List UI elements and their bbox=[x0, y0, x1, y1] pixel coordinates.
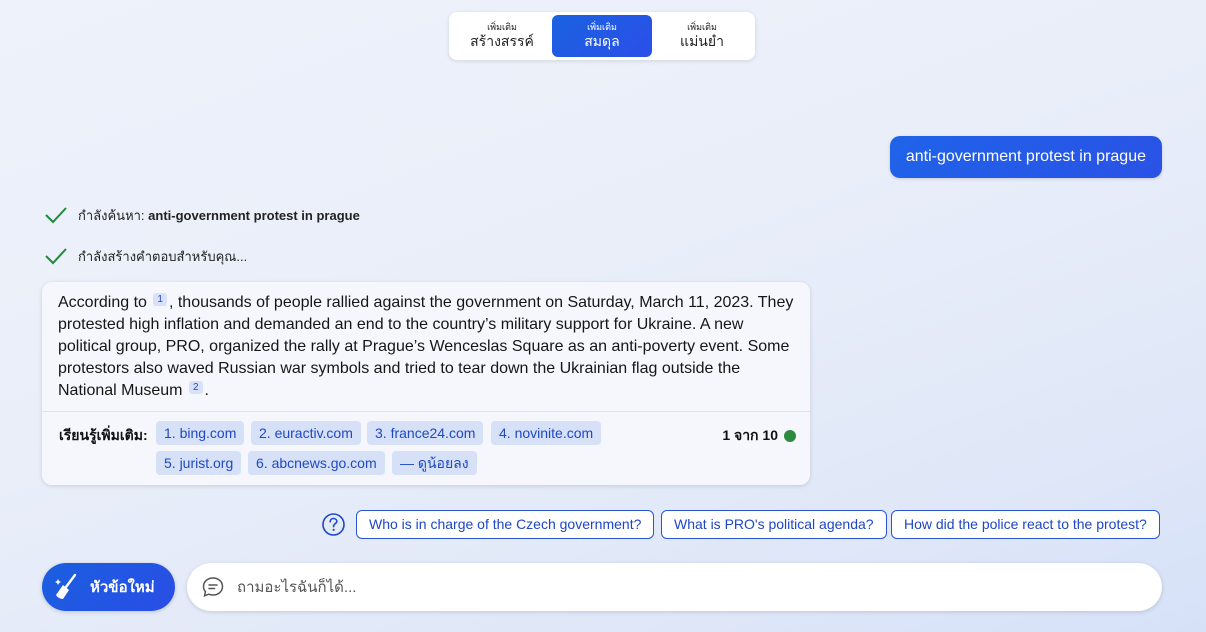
answer-part-1: According to bbox=[58, 294, 147, 311]
searching-prefix: กำลังค้นหา: bbox=[78, 207, 149, 223]
new-topic-label: หัวข้อใหม่ bbox=[90, 579, 155, 596]
generating-status: กำลังสร้างคำตอบสำหรับคุณ... bbox=[44, 245, 247, 267]
learn-more-label: เรียนรู้เพิ่มเติม: bbox=[59, 427, 148, 443]
question-circle-icon[interactable] bbox=[321, 512, 346, 537]
source-link-jurist[interactable]: 5. jurist.org bbox=[156, 451, 242, 475]
check-icon bbox=[45, 248, 67, 265]
searching-query: anti-government protest in prague bbox=[148, 207, 360, 223]
tone-precise-label: แม่นยำ bbox=[680, 33, 724, 49]
status-dot bbox=[784, 430, 796, 442]
answer-card: According to 1, thousands of people rall… bbox=[42, 282, 810, 485]
learn-more-footer: เรียนรู้เพิ่มเติม: 1. bing.com 2. euract… bbox=[42, 411, 810, 485]
tone-balanced-sublabel: เพิ่มเติม bbox=[587, 22, 617, 32]
show-less-button[interactable]: — ดูน้อยลง bbox=[392, 451, 477, 475]
tone-creative-sublabel: เพิ่มเติม bbox=[487, 22, 517, 32]
ask-box bbox=[187, 563, 1162, 611]
source-link-abcnews[interactable]: 6. abcnews.go.com bbox=[248, 451, 385, 475]
answer-part-3: . bbox=[204, 382, 209, 399]
source-link-novinite[interactable]: 4. novinite.com bbox=[491, 421, 602, 445]
citation-2[interactable]: 2 bbox=[188, 381, 203, 394]
suggestion-police-reaction[interactable]: How did the police react to the protest? bbox=[891, 510, 1160, 539]
user-message-bubble: anti-government protest in prague bbox=[889, 136, 1162, 178]
ask-input[interactable] bbox=[235, 577, 1119, 597]
answer-part-2: , thousands of people rallied against th… bbox=[58, 294, 794, 399]
source-link-france24[interactable]: 3. france24.com bbox=[367, 421, 484, 445]
suggestion-czech-government[interactable]: Who is in charge of the Czech government… bbox=[356, 510, 655, 539]
tone-creative-button[interactable]: เพิ่มเติม สร้างสรรค์ bbox=[452, 15, 552, 57]
suggestion-pro-agenda[interactable]: What is PRO's political agenda? bbox=[661, 510, 887, 539]
check-icon bbox=[45, 207, 67, 224]
conversation-style-selector: เพิ่มเติม สร้างสรรค์ เพิ่มเติม สมดุล เพิ… bbox=[449, 12, 755, 60]
response-counter-text: 1 จาก 10 bbox=[722, 427, 778, 443]
broom-icon bbox=[55, 573, 77, 599]
answer-text: According to 1, thousands of people rall… bbox=[42, 282, 810, 411]
tone-balanced-button[interactable]: เพิ่มเติม สมดุล bbox=[552, 15, 652, 57]
generating-text: กำลังสร้างคำตอบสำหรับคุณ... bbox=[78, 248, 248, 264]
chat-bubble-icon bbox=[202, 577, 224, 598]
tone-balanced-label: สมดุล bbox=[584, 33, 620, 49]
tone-creative-label: สร้างสรรค์ bbox=[470, 33, 534, 49]
source-link-bing[interactable]: 1. bing.com bbox=[156, 421, 245, 445]
tone-precise-sublabel: เพิ่มเติม bbox=[687, 22, 717, 32]
tone-precise-button[interactable]: เพิ่มเติม แม่นยำ bbox=[652, 15, 752, 57]
new-topic-button[interactable]: หัวข้อใหม่ bbox=[42, 563, 175, 611]
citation-1[interactable]: 1 bbox=[153, 293, 167, 306]
response-counter: 1 จาก 10 bbox=[722, 425, 796, 447]
searching-status: กำลังค้นหา: anti-government protest in p… bbox=[44, 204, 360, 226]
source-link-euractiv[interactable]: 2. euractiv.com bbox=[251, 421, 361, 445]
